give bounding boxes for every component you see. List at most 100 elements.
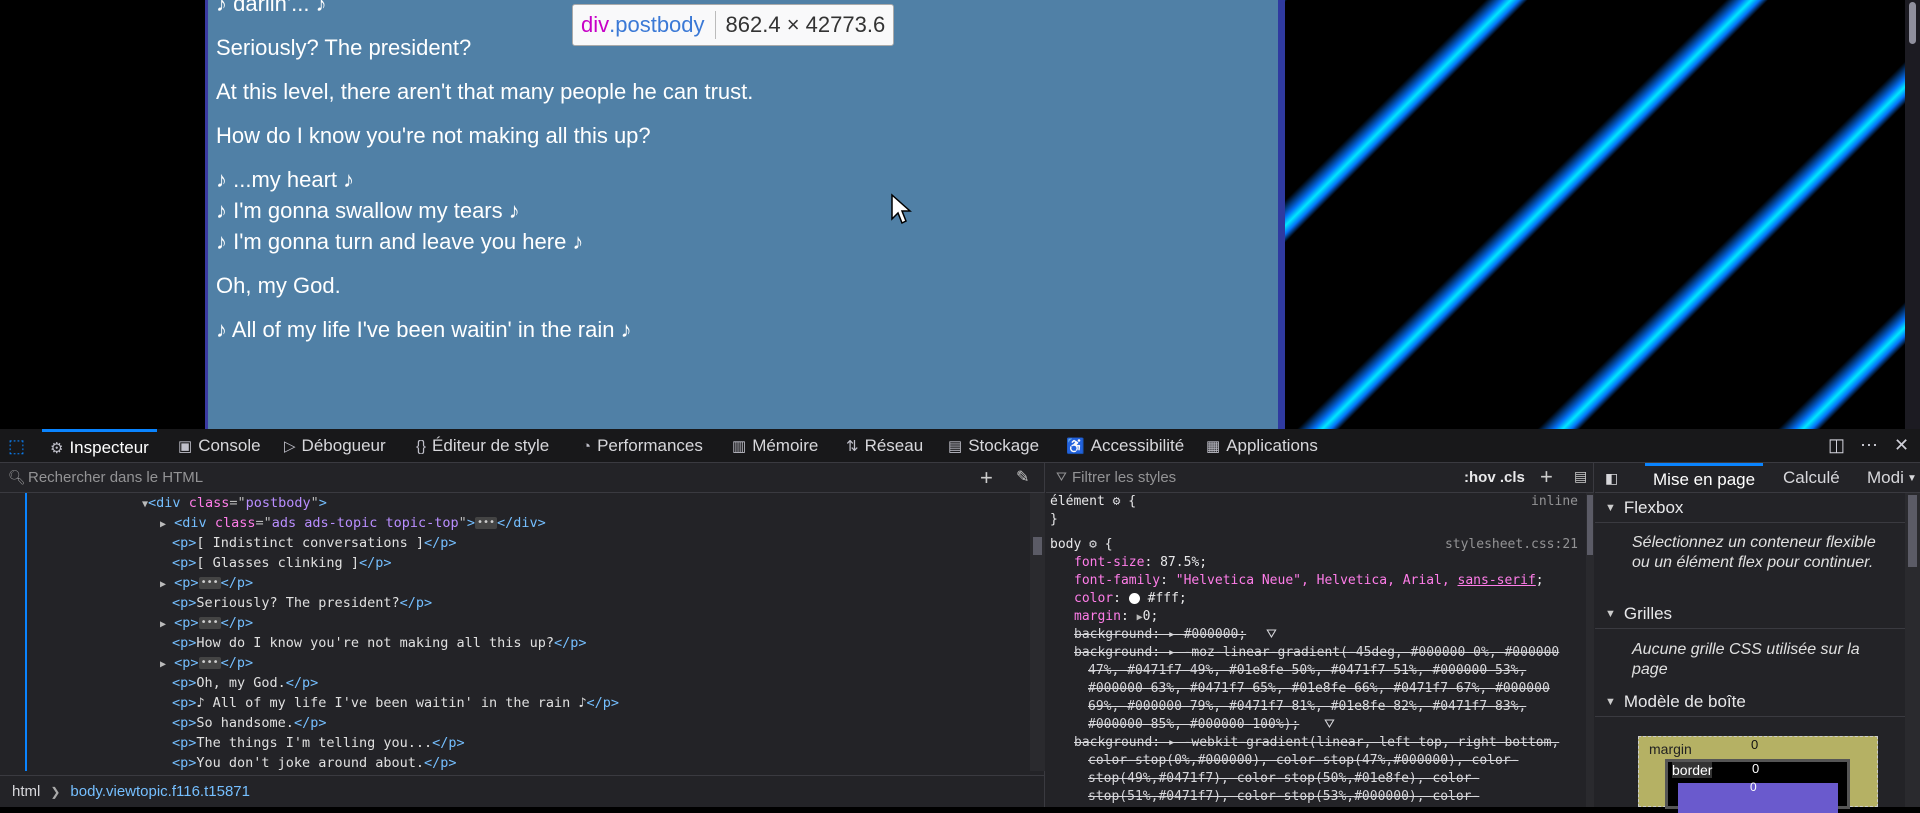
gear-icon[interactable]: ⚙: [1089, 537, 1097, 552]
tree-node-ads[interactable]: ▶ <div class="ads ads-topic topic-top"> •…: [160, 513, 546, 533]
breadcrumb-body[interactable]: body.viewtopic.f116.t15871: [70, 783, 250, 800]
markup-scrollbar[interactable]: [1030, 493, 1045, 771]
dock-side-icon[interactable]: ◫: [1828, 435, 1845, 456]
close-icon[interactable]: ✕: [1894, 435, 1909, 456]
tab-mise-en-page[interactable]: Mise en page: [1645, 463, 1764, 493]
tree-node-p[interactable]: <p>♪ All of my life I've been waitin' in…: [172, 693, 619, 713]
pick-element-icon[interactable]: ⬚: [8, 429, 31, 463]
tab-reseau[interactable]: ⇅ Réseau: [846, 429, 923, 463]
chevron-down-icon[interactable]: ▼: [1907, 463, 1917, 493]
html-search-bar: 🔍︎ Rechercher dans le HTML + ✎: [0, 463, 1045, 493]
page-scrollbar[interactable]: [1905, 0, 1920, 429]
tree-node-p[interactable]: <p>Seriously? The president?</p>: [172, 593, 432, 613]
print-simulation-icon[interactable]: ▤: [1574, 468, 1587, 485]
tab-modifications[interactable]: Modi: [1867, 463, 1904, 493]
add-node-button[interactable]: +: [980, 465, 993, 491]
tree-node-p[interactable]: <p>So handsome.</p>: [172, 713, 326, 733]
border-value[interactable]: 0: [1752, 761, 1759, 776]
overridden-declaration: 69%, #000000 79%, #0471f7 81%, #01e8fe 8…: [1088, 699, 1527, 714]
page-scroll-thumb[interactable]: [1909, 2, 1916, 44]
css-declaration[interactable]: font-family: "Helvetica Neue", Helvetica…: [1074, 572, 1544, 590]
hov-cls-toggle[interactable]: :hov .cls: [1464, 469, 1525, 486]
markup-tree[interactable]: ▼<div class="postbody"> ▶ <div class="ad…: [0, 493, 1030, 771]
tab-editeur-de-style[interactable]: {} Éditeur de style: [416, 429, 549, 463]
border-label: border: [1672, 762, 1713, 778]
expand-triangle-icon[interactable]: ▶: [160, 519, 166, 530]
tab-performances[interactable]: ◔ Performances: [582, 429, 703, 463]
collapsed-content-icon[interactable]: •••: [198, 617, 221, 629]
box-model-section-header[interactable]: ▼ Modèle de boîte: [1595, 687, 1905, 717]
layout-scroll-thumb[interactable]: [1908, 495, 1917, 567]
collapsed-content-icon[interactable]: •••: [198, 657, 221, 669]
styles-filter-input[interactable]: Filtrer les styles: [1072, 469, 1176, 486]
tab-calcule[interactable]: Calculé: [1783, 463, 1840, 493]
tab-debogueur[interactable]: ▷ Débogueur: [284, 429, 386, 463]
expand-triangle-icon[interactable]: ▶: [160, 619, 166, 630]
overridden-declaration[interactable]: background: ▸ #000000;: [1074, 626, 1246, 644]
markup-scroll-thumb[interactable]: [1033, 537, 1042, 555]
style-editor-icon: {}: [416, 437, 427, 455]
layout-scrollbar[interactable]: [1905, 493, 1920, 807]
tree-node-p[interactable]: <p>[ Indistinct conversations ]</p>: [172, 533, 456, 553]
tab-stockage[interactable]: ▤ Stockage: [948, 429, 1039, 463]
body-rule-source[interactable]: stylesheet.css:21: [1445, 536, 1578, 554]
expand-triangle-icon[interactable]: ▶: [160, 659, 166, 670]
add-rule-button[interactable]: +: [1540, 464, 1553, 490]
accessibility-icon: ♿: [1066, 438, 1085, 455]
tab-memoire[interactable]: ▥ Mémoire: [732, 429, 818, 463]
tab-reseau-label: Réseau: [864, 436, 924, 455]
postbody-highlight[interactable]: ♪ darlin'... ♪ Seriously? The president? A…: [205, 0, 1285, 429]
collapsed-content-icon[interactable]: •••: [474, 517, 498, 529]
grid-section-header[interactable]: ▼ Grilles: [1595, 599, 1905, 629]
tab-applications[interactable]: ▦ Applications: [1206, 429, 1318, 463]
toggle-sidebar-icon[interactable]: ◧: [1605, 463, 1618, 493]
html-pane: 🔍︎ Rechercher dans le HTML + ✎ ▼<div cla…: [0, 463, 1045, 807]
styles-scrollbar[interactable]: [1586, 493, 1594, 807]
color-swatch-icon[interactable]: [1128, 593, 1140, 604]
tree-node-p-collapsed[interactable]: ▶ <p> ••• </p>: [160, 613, 253, 633]
css-declaration[interactable]: color: #fff;: [1074, 590, 1187, 608]
grid-note: Aucune grille CSS utilisée sur la page: [1632, 641, 1860, 678]
gear-icon[interactable]: ⚙: [1113, 494, 1121, 509]
tab-accessibilite[interactable]: ♿ Accessibilité: [1066, 429, 1184, 463]
tree-node-p[interactable]: <p>[ Glasses clinking ]</p>: [172, 553, 391, 573]
tree-node-p[interactable]: <p>Oh, my God.</p>: [172, 673, 318, 693]
filter-icon[interactable]: ⛛: [1324, 716, 1335, 734]
filter-icon[interactable]: ⛛: [1266, 626, 1277, 644]
devtools-panel: ⬚ ⚙ Inspecteur ▣ Console ▷ Débogueur {} Édit…: [0, 429, 1920, 813]
more-options-icon[interactable]: ⋯: [1860, 435, 1878, 456]
css-declaration[interactable]: font-size: 87.5%;: [1074, 554, 1207, 572]
tree-node-p-collapsed[interactable]: ▶ <p> ••• </p>: [160, 573, 253, 593]
tree-node-p[interactable]: <p>How do I know you're not making all t…: [172, 633, 587, 653]
tree-node-p-collapsed[interactable]: ▶ <p> ••• </p>: [160, 653, 253, 673]
flexbox-section-header[interactable]: ▼ Flexbox: [1595, 493, 1905, 523]
overridden-declaration: stop(51%,#0471f7), color-stop(53%,#00000…: [1088, 789, 1480, 804]
chevron-right-icon: ❯: [50, 784, 61, 799]
tab-accessibilite-label: Accessibilité: [1090, 436, 1185, 455]
styles-filter-bar: ⛛ Filtrer les styles :hov .cls + ▤: [1046, 463, 1594, 493]
tree-node-postbody[interactable]: ▼<div class="postbody">: [142, 493, 327, 513]
eyedropper-icon[interactable]: ✎: [1016, 467, 1029, 487]
tab-console-label: Console: [198, 436, 261, 455]
tab-inspecteur[interactable]: ⚙ Inspecteur: [42, 429, 157, 463]
tree-node-p[interactable]: <p>You don't joke around about.</p>: [172, 753, 456, 771]
collapsed-content-icon[interactable]: •••: [198, 577, 221, 589]
overridden-declaration[interactable]: background: ▸ -moz-linear-gradient(-45de…: [1074, 644, 1559, 662]
tab-inspecteur-label: Inspecteur: [69, 437, 149, 457]
element-rule-source: inline: [1531, 494, 1578, 509]
tab-console[interactable]: ▣ Console: [178, 429, 261, 463]
collapse-triangle-icon: ▼: [1605, 607, 1616, 620]
expand-triangle-icon[interactable]: ▶: [160, 579, 166, 590]
overridden-declaration: #000000 85%, #000000 100%);: [1088, 717, 1300, 732]
breadcrumb-html[interactable]: html: [12, 783, 40, 800]
styles-scroll-thumb[interactable]: [1587, 495, 1593, 555]
storage-icon: ▤: [948, 438, 963, 455]
margin-value[interactable]: 0: [1751, 737, 1758, 752]
inspector-icon: ⚙: [50, 439, 64, 457]
padding-value[interactable]: 0: [1750, 780, 1757, 794]
css-rules: élément ⚙ { inline } body ⚙ { stylesheet…: [1046, 493, 1586, 807]
tree-node-p[interactable]: <p>The things I'm telling you...</p>: [172, 733, 465, 753]
css-declaration[interactable]: margin: ▶0;: [1074, 608, 1158, 627]
overridden-declaration[interactable]: background: ▸ -webkit-gradient(linear, l…: [1074, 734, 1559, 752]
html-search-input[interactable]: Rechercher dans le HTML: [28, 469, 203, 486]
